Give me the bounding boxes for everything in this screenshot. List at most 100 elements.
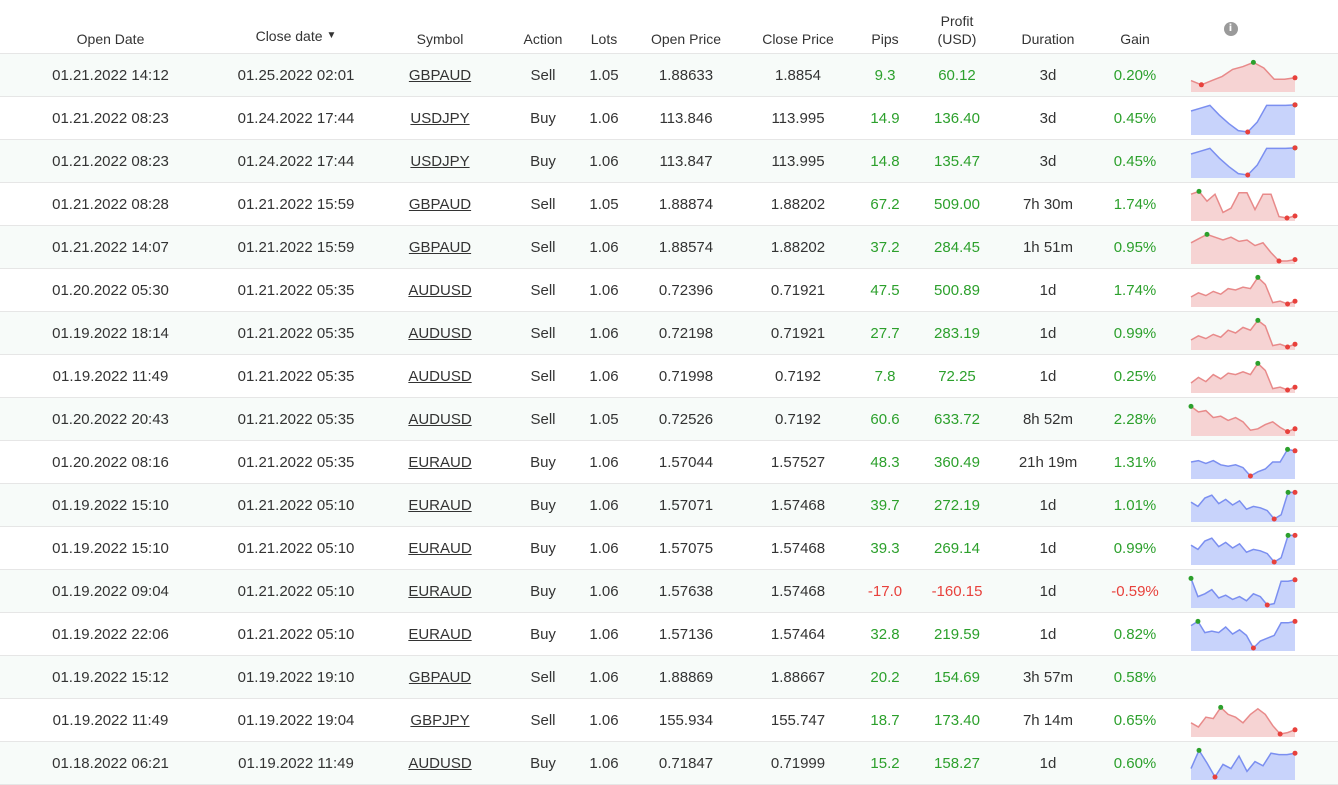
- sparkline-chart: [1188, 403, 1298, 436]
- header-close-price[interactable]: Close Price: [741, 0, 855, 54]
- open-date-cell: 01.19.2022 09:04: [0, 569, 221, 613]
- table-row[interactable]: 01.19.2022 11:49 01.21.2022 05:35 AUDUSD Se…: [0, 354, 1338, 398]
- header-pips-label: Pips: [871, 31, 899, 47]
- sparkline-end-dot: [1292, 75, 1298, 81]
- symbol-link[interactable]: EURAUD: [408, 583, 471, 600]
- profit-cell: 269.14: [934, 539, 980, 557]
- symbol-cell: AUDUSD: [371, 268, 509, 312]
- sparkline-chart: [1190, 747, 1298, 780]
- pips-cell: 9.3: [855, 53, 915, 97]
- info-icon[interactable]: i: [1223, 22, 1238, 36]
- profit-cell: 219.59: [915, 612, 999, 656]
- table-row[interactable]: 01.20.2022 08:16 01.21.2022 05:35 EURAUD Bu…: [0, 440, 1338, 484]
- profit-cell: 72.25: [938, 367, 976, 385]
- table-row[interactable]: 01.19.2022 15:10 01.21.2022 05:10 EURAUD Bu…: [0, 526, 1338, 570]
- sparkline-max-dot: [1255, 317, 1261, 323]
- sparkline-max-dot: [1285, 532, 1291, 538]
- symbol-link[interactable]: USDJPY: [410, 153, 469, 170]
- header-symbol[interactable]: Symbol: [371, 0, 509, 54]
- pips-cell: 39.7: [870, 496, 900, 514]
- pips-cell: 7.8: [874, 367, 896, 385]
- open-date-cell: 01.19.2022 15:10: [0, 483, 221, 527]
- lots-cell: 1.06: [577, 440, 631, 484]
- action-cell: Sell: [509, 53, 577, 97]
- symbol-link[interactable]: EURAUD: [408, 454, 471, 471]
- table-row[interactable]: 01.20.2022 20:43 01.21.2022 05:35 AUDUSD Se…: [0, 397, 1338, 441]
- gain-cell: 0.99%: [1097, 526, 1173, 570]
- profit-cell: 154.69: [915, 655, 999, 699]
- table-row[interactable]: 01.21.2022 08:23 01.24.2022 17:44 USDJPY Bu…: [0, 96, 1338, 140]
- symbol-link[interactable]: GBPAUD: [409, 239, 471, 256]
- table-row[interactable]: 01.21.2022 08:28 01.21.2022 15:59 GBPAUD Se…: [0, 182, 1338, 226]
- action-cell: Buy: [509, 526, 577, 570]
- table-row[interactable]: 01.19.2022 15:12 01.19.2022 19:10 GBPAUD Se…: [0, 655, 1338, 699]
- pips-cell: 14.8: [870, 152, 900, 170]
- sparkline-end-dot: [1292, 145, 1298, 151]
- header-lots-label: Lots: [590, 31, 618, 47]
- header-action[interactable]: Action: [509, 0, 577, 54]
- sparkline-max-dot: [1255, 274, 1261, 280]
- table-row[interactable]: 01.21.2022 14:07 01.21.2022 15:59 GBPAUD Se…: [0, 225, 1338, 269]
- sparkline-min-dot: [1271, 516, 1277, 522]
- table-row[interactable]: 01.21.2022 14:12 01.25.2022 02:01 GBPAUD Se…: [0, 53, 1338, 97]
- table-row[interactable]: 01.19.2022 11:49 01.19.2022 19:04 GBPJPY Se…: [0, 698, 1338, 742]
- symbol-link[interactable]: AUDUSD: [408, 282, 471, 299]
- close-price-cell: 0.71921: [741, 311, 855, 355]
- header-gain[interactable]: Gain: [1097, 0, 1173, 54]
- symbol-link[interactable]: AUDUSD: [408, 411, 471, 428]
- close-date-cell: 01.21.2022 05:35: [237, 367, 355, 385]
- pips-cell: 39.7: [855, 483, 915, 527]
- header-open-date[interactable]: Open Date: [0, 0, 221, 54]
- header-close-date[interactable]: Close date ▼: [221, 0, 371, 54]
- pips-cell: 47.5: [870, 281, 900, 299]
- header-pips[interactable]: Pips: [855, 0, 915, 54]
- close-price-cell: 0.71921: [741, 268, 855, 312]
- action-cell: Buy: [530, 496, 556, 514]
- pips-cell: 48.3: [855, 440, 915, 484]
- symbol-link[interactable]: EURAUD: [408, 540, 471, 557]
- sparkline-end-dot: [1292, 257, 1298, 263]
- table-row[interactable]: 01.19.2022 22:06 01.21.2022 05:10 EURAUD Bu…: [0, 612, 1338, 656]
- sparkline-chart: [1190, 446, 1298, 479]
- close-date-cell: 01.19.2022 11:49: [221, 741, 371, 785]
- lots-cell: 1.06: [589, 453, 619, 471]
- header-duration[interactable]: Duration: [999, 0, 1097, 54]
- symbol-link[interactable]: GBPJPY: [410, 712, 469, 729]
- gain-cell: 0.99%: [1097, 311, 1173, 355]
- gain-cell: 1.01%: [1097, 483, 1173, 527]
- symbol-link[interactable]: AUDUSD: [408, 368, 471, 385]
- duration-cell: 21h 19m: [1018, 453, 1078, 471]
- symbol-cell: GBPAUD: [371, 655, 509, 699]
- symbol-link[interactable]: EURAUD: [408, 497, 471, 514]
- header-profit[interactable]: Profit (USD): [915, 0, 999, 54]
- header-lots[interactable]: Lots: [577, 0, 631, 54]
- symbol-link[interactable]: GBPAUD: [409, 669, 471, 686]
- action-cell: Sell: [530, 668, 556, 686]
- sparkline-end-dot: [1292, 102, 1298, 108]
- symbol-link[interactable]: AUDUSD: [408, 325, 471, 342]
- sparkline-cell: [1173, 569, 1338, 613]
- sparkline-max-dot: [1285, 489, 1291, 495]
- pips-cell: 39.3: [855, 526, 915, 570]
- header-open-price[interactable]: Open Price: [631, 0, 741, 54]
- table-row[interactable]: 01.20.2022 05:30 01.21.2022 05:35 AUDUSD Se…: [0, 268, 1338, 312]
- close-price-cell: 0.7192: [775, 367, 821, 385]
- table-row[interactable]: 01.19.2022 09:04 01.21.2022 05:10 EURAUD Bu…: [0, 569, 1338, 613]
- action-cell: Sell: [530, 281, 556, 299]
- symbol-link[interactable]: EURAUD: [408, 626, 471, 643]
- open-price-cell: 1.57136: [658, 625, 714, 643]
- table-row[interactable]: 01.19.2022 18:14 01.21.2022 05:35 AUDUSD Se…: [0, 311, 1338, 355]
- gain-cell: 0.99%: [1113, 539, 1157, 557]
- table-row[interactable]: 01.18.2022 06:21 01.19.2022 11:49 AUDUSD Bu…: [0, 741, 1338, 785]
- gain-cell: 1.31%: [1097, 440, 1173, 484]
- symbol-link[interactable]: USDJPY: [410, 110, 469, 127]
- open-price-cell: 155.934: [658, 711, 714, 729]
- table-row[interactable]: 01.19.2022 15:10 01.21.2022 05:10 EURAUD Bu…: [0, 483, 1338, 527]
- symbol-cell: USDJPY: [371, 139, 509, 183]
- table-row[interactable]: 01.21.2022 08:23 01.24.2022 17:44 USDJPY Bu…: [0, 139, 1338, 183]
- symbol-link[interactable]: GBPAUD: [409, 196, 471, 213]
- symbol-cell: GBPJPY: [371, 698, 509, 742]
- symbol-cell: AUDUSD: [371, 311, 509, 355]
- profit-cell: 154.69: [934, 668, 980, 686]
- symbol-link[interactable]: GBPAUD: [409, 67, 471, 84]
